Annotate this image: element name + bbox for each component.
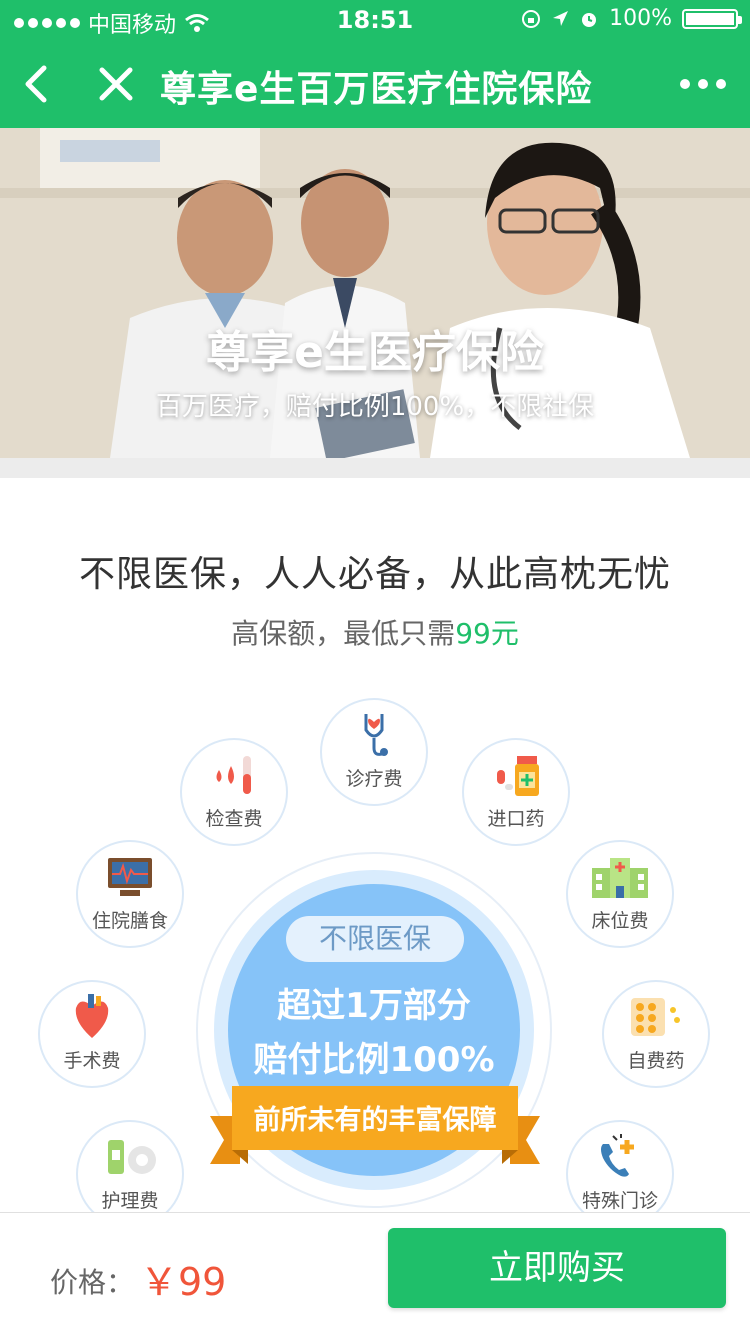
stethoscope-icon: [364, 714, 388, 756]
coverage-line-2: 赔付比例100%: [253, 1040, 495, 1080]
page-title: 尊享e生百万医疗住院保险: [160, 69, 593, 110]
coverage-item-imported-drug: 进口药: [462, 738, 570, 846]
rotation-lock-icon: [522, 9, 541, 28]
coverage-item-meals: 住院膳食: [76, 840, 184, 948]
coverage-item-diagnosis: 诊疗费: [320, 698, 428, 806]
chevron-left-icon[interactable]: [18, 62, 58, 106]
nav-bar: 尊享e生百万医疗住院保险: [0, 40, 750, 128]
coverage-label: 诊疗费: [345, 768, 403, 790]
coverage-label: 特殊门诊: [581, 1190, 658, 1212]
coverage-line-1: 超过1万部分: [277, 986, 471, 1026]
sub-slogan-prefix: 高保额，最低只需: [231, 617, 456, 650]
slogan: 不限医保，人人必备，从此高枕无忧: [78, 554, 671, 595]
battery-percent: 100%: [609, 6, 672, 31]
coverage-item-bed: 床位费: [566, 840, 674, 948]
heart-icon: [75, 994, 109, 1038]
coverage-label: 住院膳食: [91, 910, 168, 932]
coverage-label: 手术费: [63, 1050, 121, 1072]
ribbon-text: 前所未有的丰富保障: [253, 1105, 497, 1136]
min-price: 99元: [455, 617, 519, 650]
bandage-icon: [108, 1140, 156, 1174]
coverage-item-self-paid-drug: 自费药: [602, 980, 710, 1088]
close-icon[interactable]: [96, 62, 136, 106]
banner-subtitle: 百万医疗，赔付比例100%，不限社保: [155, 392, 595, 422]
coverage-label: 床位费: [591, 910, 649, 932]
coverage-pill: 不限医保: [286, 916, 464, 962]
blood-test-icon: [216, 756, 251, 794]
medicine-bottle-icon: [497, 756, 539, 796]
banner-title: 尊享e生医疗保险: [206, 327, 544, 378]
buy-now-button[interactable]: 立即购买: [388, 1228, 726, 1308]
coverage-label: 自费药: [627, 1050, 685, 1072]
purchase-bar: 价格： ￥99 立即购买: [0, 1212, 750, 1335]
coverage-label: 检查费: [205, 808, 263, 830]
coverage-label: 护理费: [101, 1190, 159, 1212]
monitor-icon: [108, 858, 152, 896]
coverage-ribbon: 前所未有的丰富保障: [210, 1086, 540, 1166]
location-icon: [553, 10, 569, 26]
status-bar: 中国移动 18:51 100%: [0, 0, 750, 40]
hospital-icon: [592, 858, 648, 898]
battery-icon: [682, 8, 742, 29]
pills-icon: [631, 998, 680, 1036]
more-dots-icon[interactable]: [680, 70, 730, 98]
hero-banner: 尊享e生医疗保险 百万医疗，赔付比例100%，不限社保: [0, 128, 750, 458]
coverage-label: 进口药: [487, 808, 545, 830]
coverage-item-exam: 检查费: [180, 738, 288, 846]
coverage-item-surgery: 手术费: [38, 980, 146, 1088]
sub-slogan: 高保额，最低只需99元: [0, 612, 750, 652]
status-right: 100%: [521, 6, 742, 31]
phone-247-icon: [601, 1134, 634, 1177]
alarm-icon: [582, 12, 597, 27]
price-value: ￥99: [140, 1260, 227, 1304]
price-label: 价格：: [50, 1266, 135, 1299]
section-divider: [0, 458, 750, 478]
